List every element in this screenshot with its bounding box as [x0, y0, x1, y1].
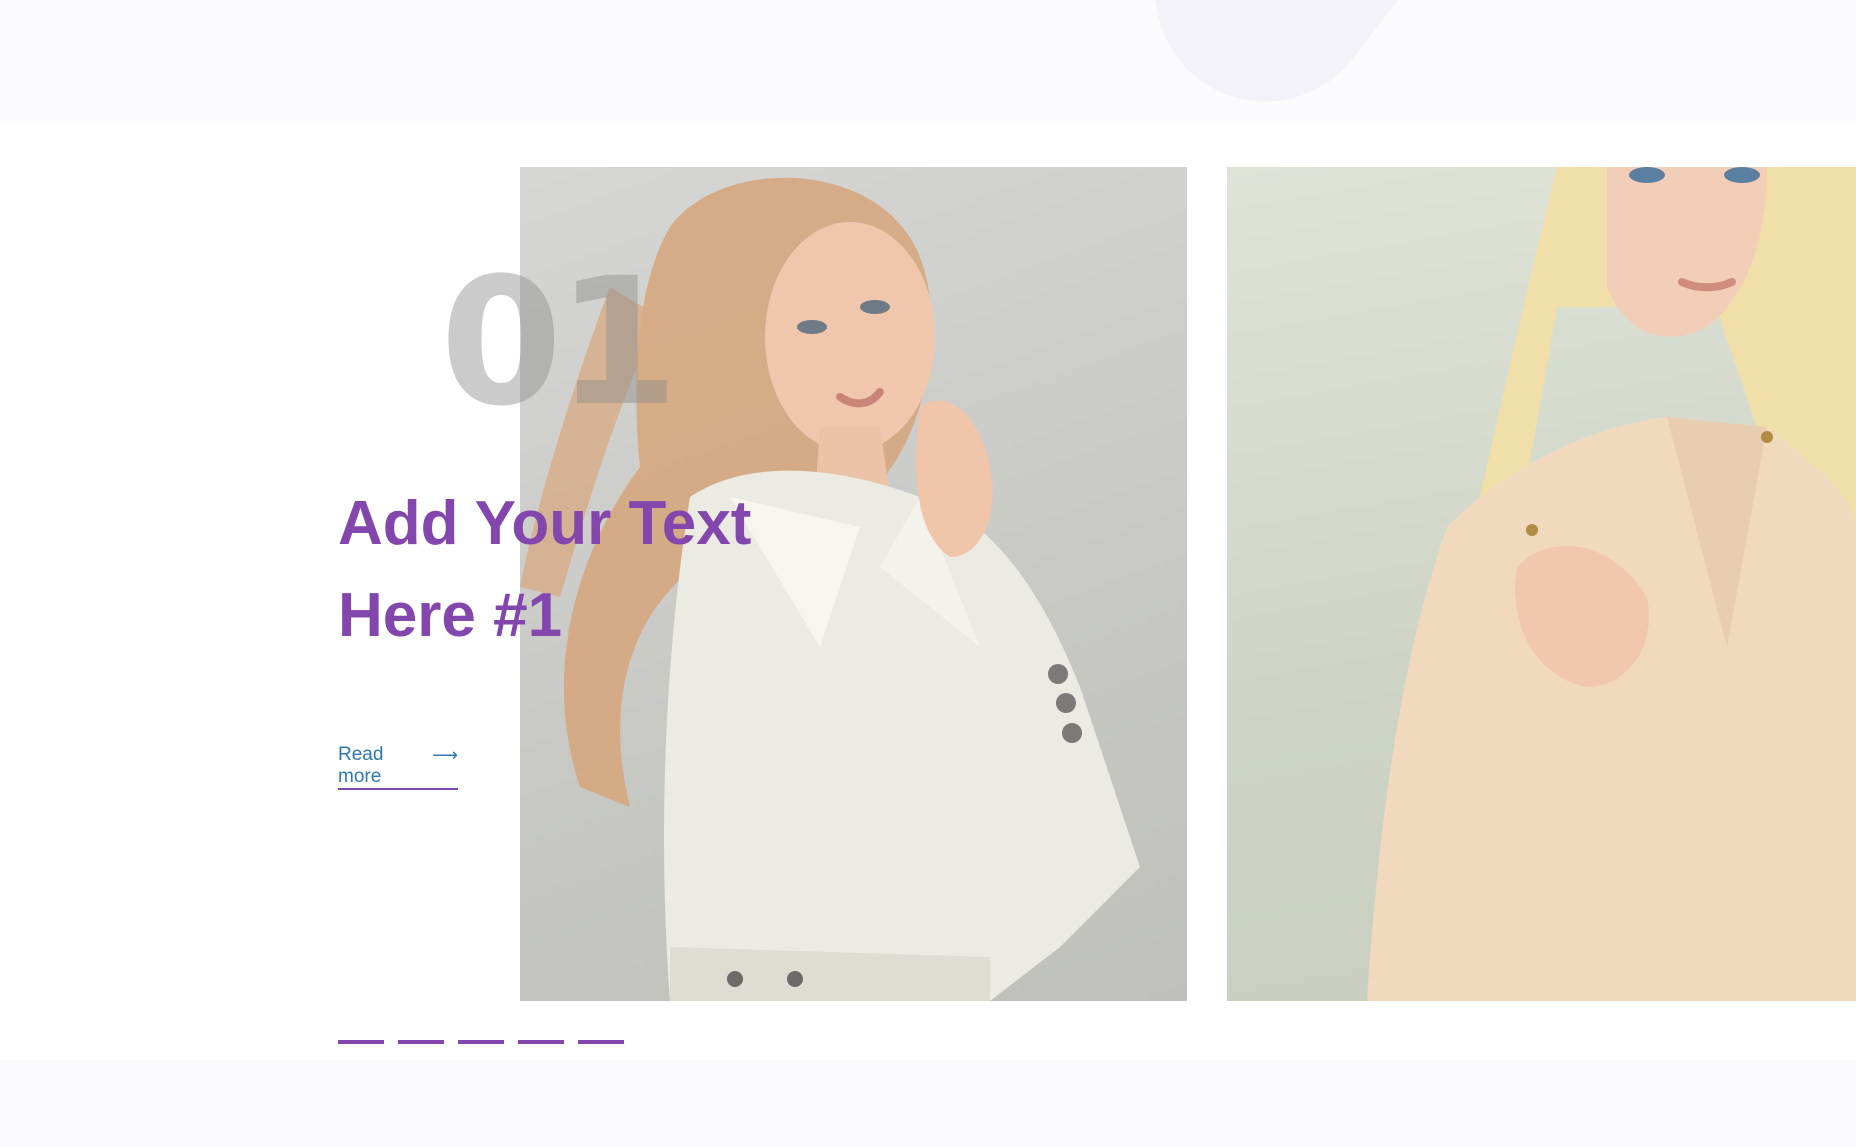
read-more-label: Read more [338, 744, 384, 787]
pagination-dot-1[interactable] [338, 1040, 384, 1044]
read-more-link[interactable]: Read more ⟶ [338, 744, 458, 790]
arrow-right-icon: ⟶ [432, 745, 458, 765]
pagination-dot-5[interactable] [578, 1040, 624, 1044]
pagination-dot-4[interactable] [518, 1040, 564, 1044]
model-photo-2 [1367, 167, 1856, 1001]
slide-title: Add Your Text Here #1 [338, 489, 752, 650]
bottom-section-background [0, 1060, 1856, 1147]
pagination-dot-3[interactable] [458, 1040, 504, 1044]
slide-image-2 [1227, 167, 1856, 1001]
slide-number: 01 [440, 240, 679, 445]
top-section-background [0, 0, 1856, 146]
pagination-dot-2[interactable] [398, 1040, 444, 1044]
slider-pagination [338, 1040, 624, 1044]
